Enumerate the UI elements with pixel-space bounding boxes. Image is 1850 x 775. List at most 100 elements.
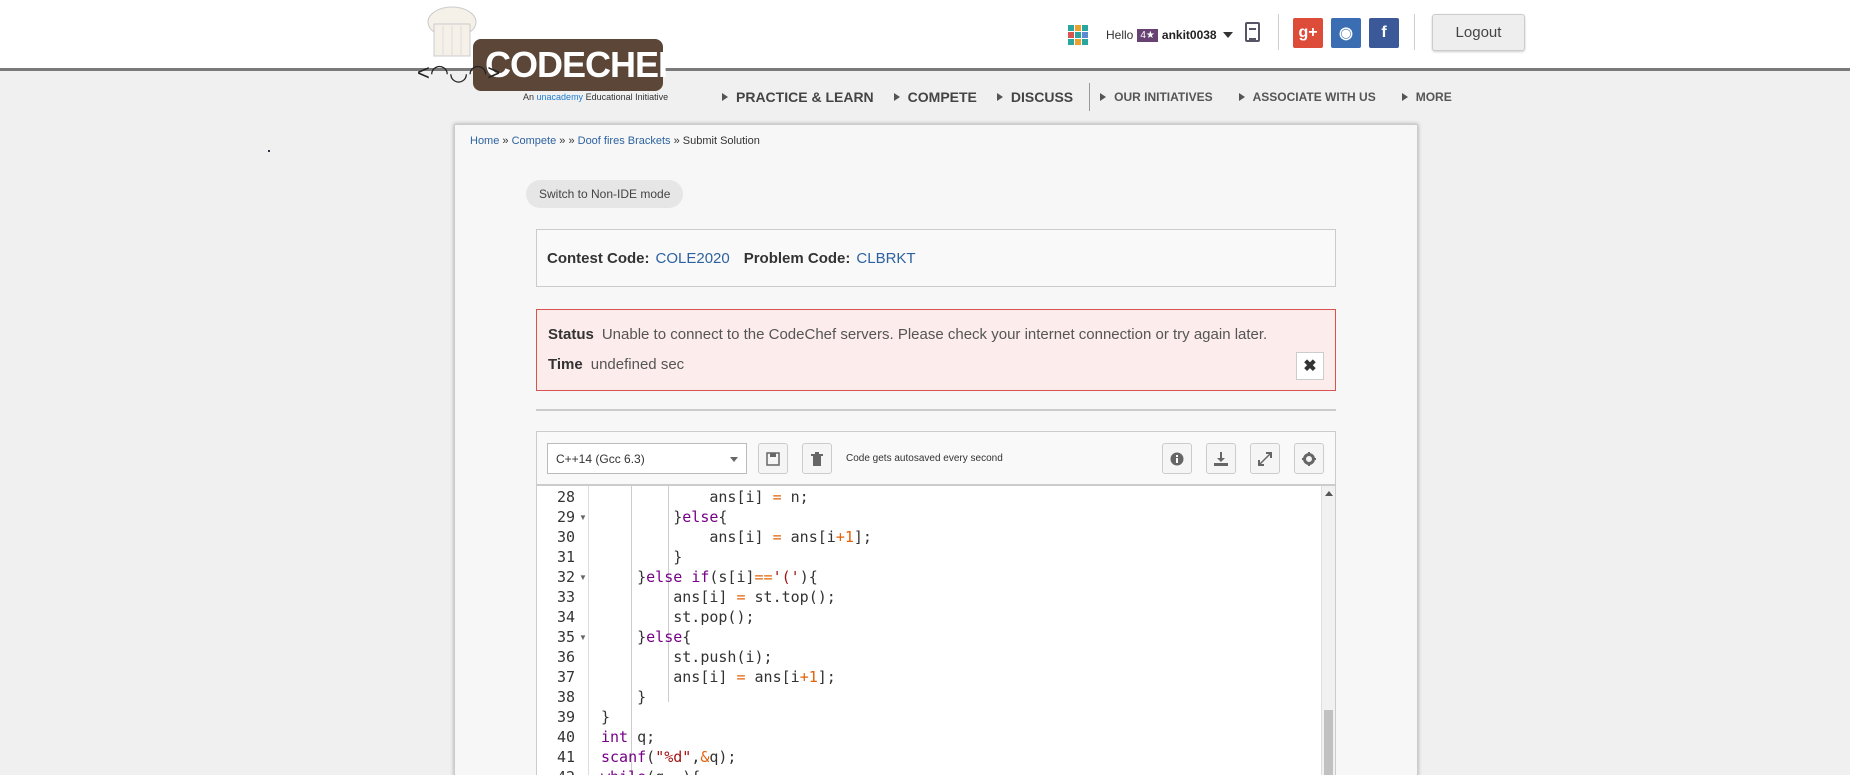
code-line: } xyxy=(601,548,683,566)
line-number: 37 xyxy=(556,668,575,686)
problem-code-label: Problem Code: xyxy=(743,249,851,267)
breadcrumb-problem[interactable]: Doof fires Brackets xyxy=(578,135,671,147)
line-number: 33 xyxy=(556,588,575,606)
download-icon[interactable] xyxy=(1206,443,1236,474)
nav-our-initiatives[interactable]: OUR INITIATIVES xyxy=(1100,90,1213,104)
code-line: scanf("%d",&q); xyxy=(601,748,737,766)
stray-dot xyxy=(268,150,270,152)
scrollbar-thumb[interactable] xyxy=(1324,710,1333,775)
caret-right-icon xyxy=(1401,93,1408,101)
line-number: 32 xyxy=(556,568,575,586)
user-menu[interactable]: Hello 4★ ankit0038 xyxy=(1068,20,1233,50)
divider xyxy=(1278,14,1279,50)
breadcrumb: Home » Compete » » Doof fires Brackets »… xyxy=(470,135,760,147)
google-plus-icon[interactable]: g+ xyxy=(1293,18,1323,48)
code-line: while(q--){ xyxy=(601,768,700,775)
code-line: int q; xyxy=(601,728,656,746)
time-value: undefined sec xyxy=(590,356,685,373)
save-icon[interactable] xyxy=(758,443,788,474)
code-line: st.pop(); xyxy=(601,608,755,626)
line-number-gutter: 28 29 ▼ 30 31 32 ▼ 33 34 35 ▼ 36 37 38 3… xyxy=(537,486,589,775)
editor-toolbar: C++14 (Gcc 6.3) Code gets autosaved ever… xyxy=(536,431,1336,485)
info-icon[interactable] xyxy=(1162,443,1192,474)
line-number: 35 xyxy=(556,628,575,646)
caret-right-icon xyxy=(1100,93,1107,101)
code-line: ans[i] = st.top(); xyxy=(601,588,836,606)
nav-practice-learn[interactable]: PRACTICE & LEARN xyxy=(722,89,874,105)
fold-arrow-icon[interactable]: ▼ xyxy=(579,513,587,522)
status-alert: Status Unable to connect to the CodeChef … xyxy=(536,309,1336,391)
github-icon[interactable]: ◉ xyxy=(1331,18,1361,48)
chevron-down-icon[interactable] xyxy=(1222,32,1233,38)
breadcrumb-current: Submit Solution xyxy=(682,135,760,147)
facebook-icon[interactable]: f xyxy=(1369,18,1399,48)
username[interactable]: ankit0038 xyxy=(1162,28,1217,42)
editor-scrollbar[interactable] xyxy=(1321,486,1335,775)
logo-tagline: An unacademy Educational Initiative xyxy=(523,92,669,102)
mustache-icon: <◠◡◠> xyxy=(417,60,501,85)
code-line: } xyxy=(601,708,611,726)
contest-problem-codes: Contest Code: COLE2020 Problem Code: CLB… xyxy=(536,229,1336,287)
nav-compete[interactable]: COMPETE xyxy=(893,89,977,105)
close-icon[interactable]: ✖ xyxy=(1296,352,1324,380)
language-value: C++14 (Gcc 6.3) xyxy=(556,451,645,466)
logo-wordmark: CODECHEF xyxy=(485,44,680,85)
submit-panel: Home » Compete » » Doof fires Brackets »… xyxy=(454,124,1418,775)
breadcrumb-compete[interactable]: Compete xyxy=(512,135,557,147)
rating-badge: 4★ xyxy=(1137,28,1158,42)
main-nav: PRACTICE & LEARN COMPETE DISCUSS OUR INI… xyxy=(722,83,1478,111)
line-number: 38 xyxy=(556,688,575,706)
fold-arrow-icon[interactable]: ▼ xyxy=(579,633,587,642)
contest-code-value[interactable]: COLE2020 xyxy=(656,250,730,267)
nav-divider xyxy=(1089,83,1091,111)
gear-icon[interactable] xyxy=(1294,443,1324,474)
autosave-note: Code gets autosaved every second xyxy=(846,453,1003,464)
status-message: Unable to connect to the CodeChef server… xyxy=(601,326,1268,343)
codechef-logo[interactable]: CODECHEF <◠◡◠> An unacademy Educational … xyxy=(415,4,680,104)
nav-discuss[interactable]: DISCUSS xyxy=(996,89,1073,105)
nav-associate-with-us[interactable]: ASSOCIATE WITH US xyxy=(1238,90,1376,104)
problem-code-value[interactable]: CLBRKT xyxy=(856,250,915,267)
line-number: 41 xyxy=(556,748,575,766)
fold-arrow-icon[interactable]: ▼ xyxy=(579,573,587,582)
top-header: CODECHEF <◠◡◠> An unacademy Educational … xyxy=(0,0,1850,102)
time-row: Time undefined sec xyxy=(548,356,684,373)
hello-text: Hello xyxy=(1106,28,1134,42)
line-number: 34 xyxy=(556,608,575,626)
chevron-down-icon xyxy=(730,457,738,462)
time-label: Time xyxy=(548,356,583,373)
line-number: 31 xyxy=(556,548,575,566)
language-select[interactable]: C++14 (Gcc 6.3) xyxy=(547,443,747,474)
line-number: 39 xyxy=(556,708,575,726)
document-icon[interactable] xyxy=(1245,22,1260,42)
code-line: }else{ xyxy=(601,628,692,646)
logout-button[interactable]: Logout xyxy=(1432,14,1525,51)
contest-code-label: Contest Code: xyxy=(547,249,650,267)
line-number: 29 xyxy=(556,508,575,526)
caret-right-icon xyxy=(996,93,1003,101)
scroll-up-icon[interactable] xyxy=(1325,491,1333,496)
divider xyxy=(1414,14,1415,50)
line-number: 30 xyxy=(556,528,575,546)
status-label: Status xyxy=(548,326,594,343)
line-number: 42 xyxy=(537,768,575,775)
breadcrumb-home[interactable]: Home xyxy=(470,135,499,147)
trash-icon[interactable] xyxy=(802,443,832,474)
code-editor[interactable]: 28 29 ▼ 30 31 32 ▼ 33 34 35 ▼ 36 37 38 3… xyxy=(536,485,1336,775)
switch-non-ide-button[interactable]: Switch to Non-IDE mode xyxy=(526,180,684,208)
code-line: st.push(i); xyxy=(601,648,773,666)
apps-grid-icon[interactable] xyxy=(1068,25,1088,45)
nav-more[interactable]: MORE xyxy=(1401,90,1452,104)
caret-right-icon xyxy=(722,93,728,101)
status-row: Status Unable to connect to the CodeChef … xyxy=(548,326,1267,343)
expand-icon[interactable] xyxy=(1250,443,1280,474)
line-number: 36 xyxy=(556,648,575,666)
code-line: ans[i] = ans[i+1]; xyxy=(601,528,872,546)
code-line: ans[i] = n; xyxy=(601,488,809,506)
caret-right-icon xyxy=(893,93,900,101)
code-line: } xyxy=(601,688,647,706)
line-number: 40 xyxy=(556,728,575,746)
code-line: }else{ xyxy=(601,508,728,526)
code-line: }else if(s[i]=='('){ xyxy=(601,568,818,586)
code-line: ans[i] = ans[i+1]; xyxy=(601,668,836,686)
